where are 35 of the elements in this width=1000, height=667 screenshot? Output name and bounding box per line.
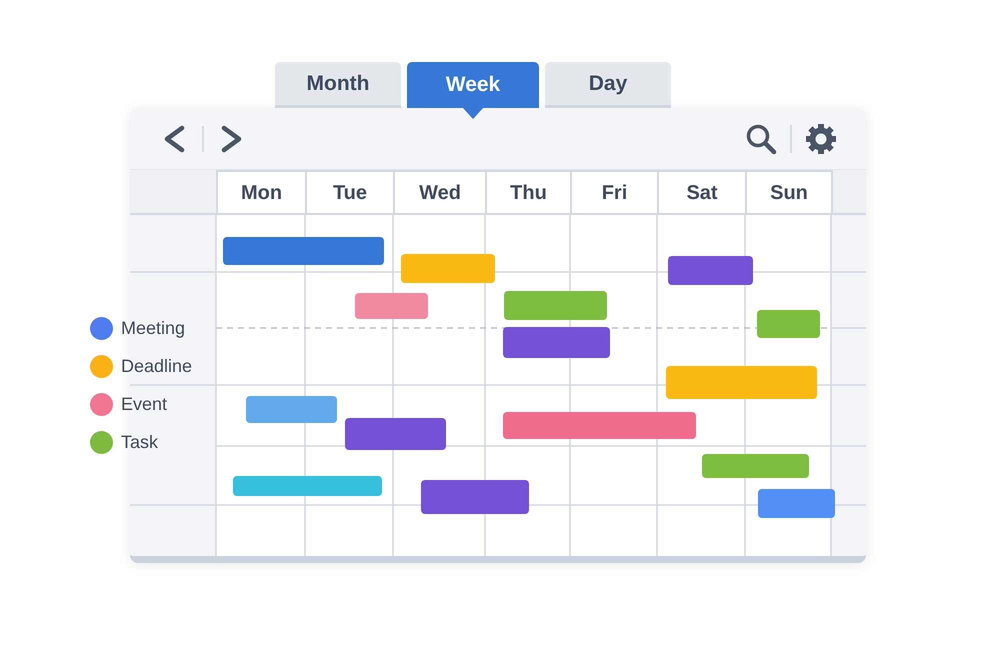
legend-label: Meeting [121,316,186,340]
legend-label: Task [121,430,158,454]
event-bar[interactable] [503,412,696,439]
column-header: Fri [570,170,657,213]
pointer-icon [463,108,483,119]
event-bar[interactable] [421,480,529,514]
chevron-left-icon [162,124,186,152]
column-header: Sun [745,170,831,213]
settings-button[interactable] [804,122,838,156]
event-bar[interactable] [757,310,820,338]
column-header: Sat [657,170,745,213]
event-bar[interactable] [223,237,384,265]
search-icon [745,122,777,154]
legend-label: Event [121,392,168,416]
legend-label: Deadline [121,354,192,378]
event-bar[interactable] [668,256,753,285]
chevron-right-icon [220,124,244,152]
tab[interactable]: Day [545,62,671,108]
column-header: Wed [393,170,485,213]
event-bar[interactable] [233,476,382,496]
settings-icon [805,122,837,154]
event-bar[interactable] [758,489,835,518]
event-bar[interactable] [355,293,428,319]
event-bar[interactable] [345,418,446,450]
event-bar[interactable] [401,254,495,283]
event-bar[interactable] [504,291,607,320]
event-bar[interactable] [246,396,337,423]
event-bar[interactable] [666,366,817,399]
column-header: Tue [305,170,393,213]
column-header: Thu [485,170,570,213]
event-bar[interactable] [702,454,809,478]
tab[interactable]: Month [275,62,401,108]
event-bar[interactable] [503,327,610,358]
tab[interactable]: Week [407,62,539,108]
column-header: Mon [216,170,305,213]
